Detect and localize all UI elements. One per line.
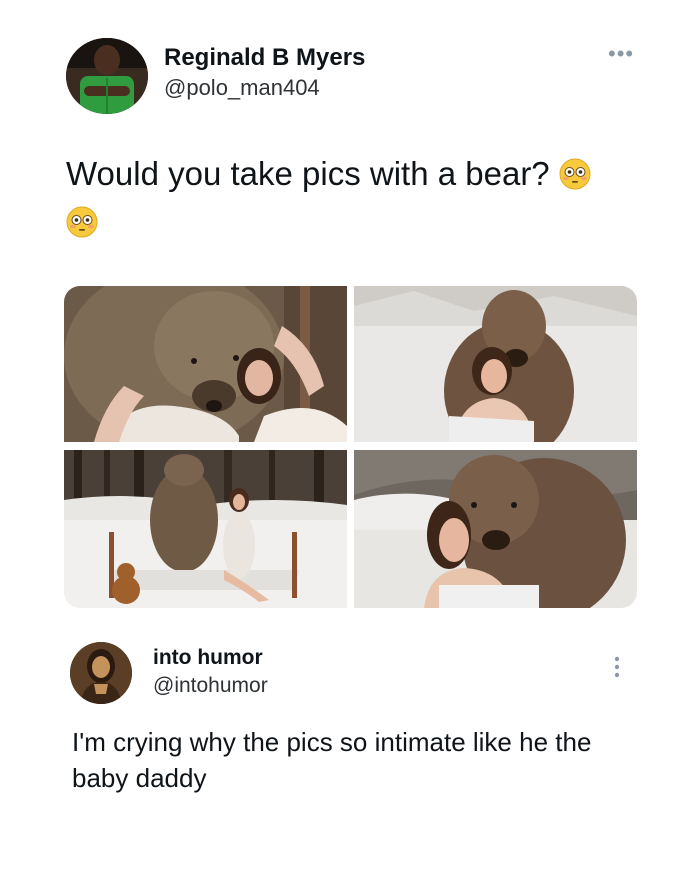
flushed-face-emoji-icon: [559, 155, 591, 190]
photo-woman-with-bear-snow[interactable]: [354, 286, 637, 442]
photo-grid: [64, 286, 637, 608]
reply-author-name[interactable]: into humor: [153, 646, 263, 670]
reply-author-avatar[interactable]: [70, 642, 132, 704]
reply-more-options-icon[interactable]: [610, 654, 624, 684]
author-avatar[interactable]: [66, 38, 148, 114]
tweet-text-content: Would you take pics with a bear?: [66, 155, 550, 192]
photo-woman-on-bed-with-bear[interactable]: [64, 450, 347, 608]
tweet: Reginald B Myers @polo_man404 ••• Would …: [0, 0, 700, 620]
photo-woman-with-bear-embrace[interactable]: [64, 286, 347, 442]
author-handle[interactable]: @polo_man404: [164, 75, 320, 101]
reply: into humor @intohumor I'm crying why the…: [0, 620, 700, 875]
author-name[interactable]: Reginald B Myers: [164, 44, 365, 72]
photo-bear-hugging-woman[interactable]: [354, 450, 637, 608]
flushed-face-emoji-icon: [66, 203, 98, 238]
tweet-text: Would you take pics with a bear?: [66, 150, 646, 246]
reply-text: I'm crying why the pics so intimate like…: [72, 727, 592, 793]
reply-author-handle[interactable]: @intohumor: [153, 674, 268, 698]
more-options-icon[interactable]: •••: [608, 43, 638, 65]
